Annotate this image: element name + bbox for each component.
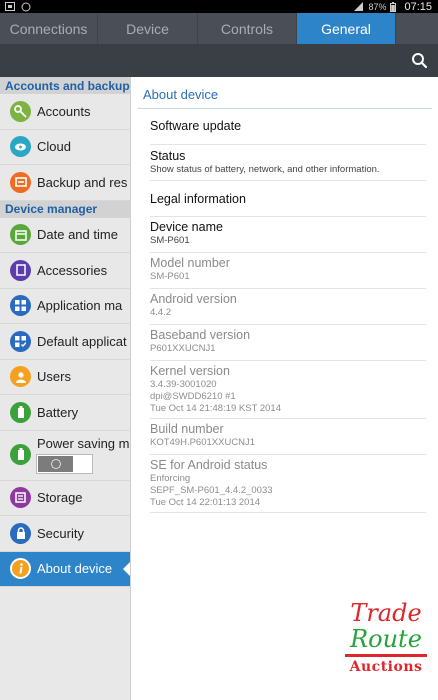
sidebar-item-label: Storage <box>37 490 83 506</box>
section-header-accounts: Accounts and backup <box>0 77 130 94</box>
row-title: Kernel version <box>150 364 230 378</box>
row-title: Software update <box>150 119 242 133</box>
sidebar-item-default-applications[interactable]: Default applicat <box>0 324 130 360</box>
sidebar-item-label: Accessories <box>37 262 108 278</box>
tab-device[interactable]: Device <box>98 13 198 44</box>
sidebar-item-application-manager[interactable]: Application ma <box>0 289 130 324</box>
row-title: Legal information <box>150 192 246 206</box>
section-header-device-manager: Device manager <box>0 200 130 218</box>
sidebar-item-label: Users <box>37 369 71 385</box>
tab-connections[interactable]: Connections <box>0 13 98 44</box>
sidebar-item-battery[interactable]: Battery <box>0 395 130 431</box>
sidebar-item-backup-and-reset[interactable]: Backup and res <box>0 165 130 201</box>
sidebar-item-label: Backup and res <box>37 174 128 190</box>
sidebar-item-power-saving[interactable]: Power saving m <box>0 431 130 481</box>
clock: 07:15 <box>404 0 432 13</box>
row-subtitle: Show status of battery, network, and oth… <box>150 164 380 175</box>
sidebar-item-label: About device <box>37 561 113 577</box>
sidebar-item-label: Application ma <box>37 298 123 314</box>
signal-icon <box>354 2 364 11</box>
sidebar-item-label: Power saving m <box>37 435 130 451</box>
sidebar-item-label: Default applicat <box>37 333 127 349</box>
sidebar-item-users[interactable]: Users <box>0 360 130 395</box>
key-icon <box>10 100 31 122</box>
build-number-row: Build number KOT49H.P601XXUCNJ1 <box>150 419 426 455</box>
watermark-line-3: Auctions <box>349 659 423 675</box>
search-button[interactable] <box>410 51 430 71</box>
sidebar-item-label: Security <box>37 525 84 541</box>
watermark-bar <box>345 654 427 657</box>
row-title: SE for Android status <box>150 458 268 472</box>
row-subtitle: Enforcing SEPF_SM-P601_4.4.2_0033 Tue Oc… <box>150 473 273 508</box>
status-bar: 87% 07:15 <box>0 0 438 13</box>
row-title: Device name <box>150 220 223 234</box>
row-subtitle: P601XXUCNJ1 <box>150 343 216 354</box>
row-subtitle: SM-P601 <box>150 235 190 246</box>
watermark-logo: Trade Route Auctions <box>343 600 429 685</box>
battery-status-icon <box>390 2 400 12</box>
row-title: Model number <box>150 256 230 270</box>
storage-icon <box>10 487 31 509</box>
lock-icon <box>10 522 31 544</box>
sidebar-item-accessories[interactable]: Accessories <box>0 253 130 289</box>
row-subtitle: 3.4.39-3001020 dpi@SWDD6210 #1 Tue Oct 1… <box>150 379 281 414</box>
row-title: Build number <box>150 422 224 436</box>
tab-general[interactable]: General <box>297 13 396 44</box>
toolbar <box>0 44 438 77</box>
battery-percent: 87% <box>368 1 387 12</box>
sidebar-item-security[interactable]: Security <box>0 516 130 552</box>
default-apps-icon <box>10 330 31 352</box>
se-android-status-row: SE for Android status Enforcing SEPF_SM-… <box>150 455 426 513</box>
sidebar-item-accounts[interactable]: Accounts <box>0 94 130 130</box>
page-title: About device <box>143 87 219 102</box>
watermark-line-1: Trade <box>350 599 422 627</box>
row-subtitle: KOT49H.P601XXUCNJ1 <box>150 437 256 448</box>
row-title: Baseband version <box>150 328 251 342</box>
sidebar-item-label: Battery <box>37 404 79 420</box>
sidebar-item-date-and-time[interactable]: Date and time <box>0 218 130 253</box>
settings-tab-bar: Connections Device Controls General <box>0 13 438 44</box>
users-icon <box>10 366 31 388</box>
cloud-icon <box>10 136 31 158</box>
row-subtitle: 4.4.2 <box>150 307 172 318</box>
status-row[interactable]: Status Show status of battery, network, … <box>150 145 426 181</box>
software-update-row[interactable]: Software update <box>150 109 426 145</box>
accessories-icon <box>10 259 31 281</box>
sidebar-item-cloud[interactable]: Cloud <box>0 130 130 165</box>
model-number-row: Model number SM-P601 <box>150 253 426 289</box>
power-saving-icon <box>10 443 31 465</box>
baseband-version-row: Baseband version P601XXUCNJ1 <box>150 325 426 361</box>
backup-icon <box>10 171 31 193</box>
compass-icon <box>21 2 31 12</box>
toggle-knob <box>38 455 73 472</box>
sidebar-item-label: Accounts <box>37 103 91 119</box>
battery-icon <box>10 401 31 423</box>
info-icon <box>10 558 31 580</box>
device-name-row[interactable]: Device name SM-P601 <box>150 217 426 253</box>
android-version-row: Android version 4.4.2 <box>150 289 426 325</box>
sidebar-item-about-device[interactable]: About device <box>0 551 130 587</box>
kernel-version-row: Kernel version 3.4.39-3001020 dpi@SWDD62… <box>150 361 426 419</box>
apps-icon <box>10 295 31 317</box>
tab-controls[interactable]: Controls <box>198 13 297 44</box>
sidebar-item-label: Cloud <box>37 139 71 155</box>
row-title: Android version <box>150 292 237 306</box>
search-icon <box>412 53 428 69</box>
power-saving-toggle[interactable] <box>36 453 93 474</box>
settings-sidebar: Accounts and backup Accounts Cloud Backu… <box>0 77 131 700</box>
watermark-line-2: Route <box>350 625 422 653</box>
row-title: Status <box>150 149 186 163</box>
calendar-icon <box>10 224 31 246</box>
legal-information-row[interactable]: Legal information <box>150 181 426 217</box>
sidebar-item-storage[interactable]: Storage <box>0 481 130 516</box>
sidebar-item-label: Date and time <box>37 227 118 243</box>
screenshot-icon <box>5 2 15 11</box>
row-subtitle: SM-P601 <box>150 271 190 282</box>
